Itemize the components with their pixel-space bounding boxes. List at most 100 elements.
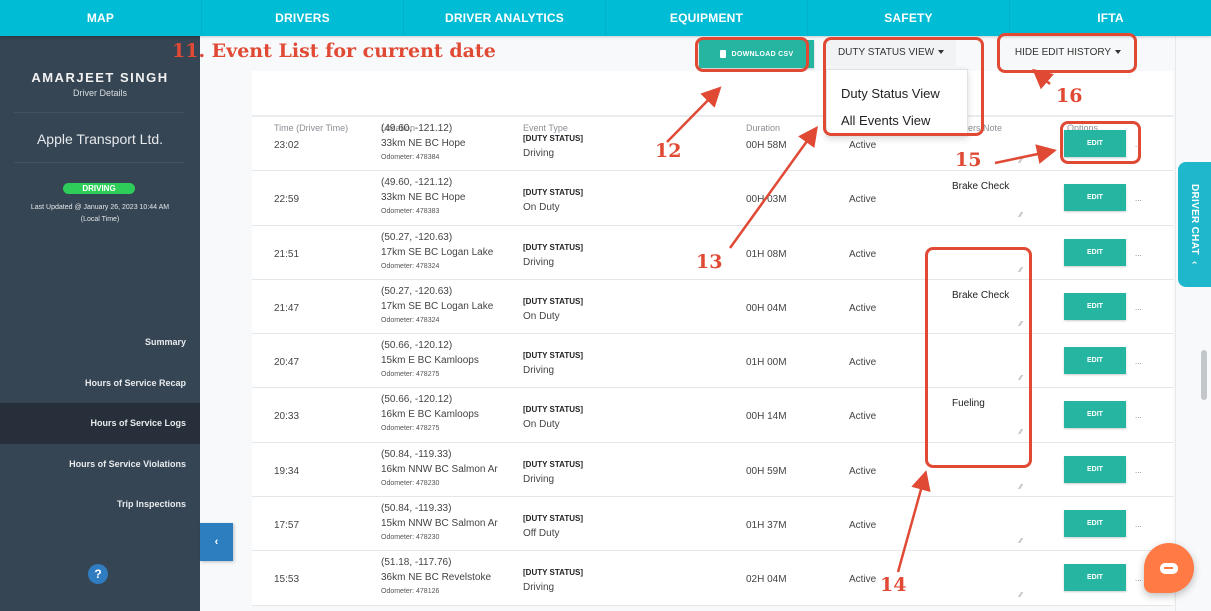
drivers-note-textarea[interactable]: ⁄⁄ xyxy=(952,507,1022,545)
cell-status: Active xyxy=(849,411,877,423)
nav-drivers[interactable]: DRIVERS xyxy=(202,0,404,36)
chat-icon xyxy=(1160,562,1178,574)
cell-event-type: [DUTY STATUS] On Duty xyxy=(523,185,583,215)
nav-safety[interactable]: SAFETY xyxy=(808,0,1010,36)
company-name: Apple Transport Ltd. xyxy=(36,131,164,147)
location-coords: (50.27, -120.63) xyxy=(381,231,453,243)
drivers-note-textarea[interactable]: Brake Check ⁄⁄ xyxy=(952,181,1022,219)
odometer: Odometer: 478230 xyxy=(381,479,440,487)
more-options-icon[interactable]: ... xyxy=(1135,357,1142,366)
table-row: 15:53 (51.18, -117.76) 36km NE BC Revels… xyxy=(252,551,1173,606)
table-row: 19:34 (50.84, -119.33) 16km NNW BC Salmo… xyxy=(252,443,1173,498)
event-table: Time (Driver Time) Location Event Type D… xyxy=(252,71,1173,606)
resize-handle-icon[interactable]: ⁄⁄ xyxy=(1020,592,1022,599)
event-name: Driving xyxy=(523,582,555,594)
event-name: Driving xyxy=(523,473,555,485)
help-icon[interactable]: ? xyxy=(88,564,108,584)
resize-handle-icon[interactable]: ⁄⁄ xyxy=(1020,267,1022,274)
cell-time: 15:53 xyxy=(274,574,300,586)
edit-button[interactable]: EDIT xyxy=(1064,401,1126,429)
edit-button[interactable]: EDIT xyxy=(1064,564,1126,592)
option-all-events-view[interactable]: All Events View xyxy=(827,107,967,134)
hide-edit-history-label: HIDE EDIT HISTORY xyxy=(1014,46,1112,58)
cell-status: Active xyxy=(849,302,877,314)
driver-chat-tab[interactable]: DRIVER CHAT ‹ xyxy=(1178,162,1211,287)
sidebar-item-summary[interactable]: Summary xyxy=(0,322,200,363)
driver-chat-label: DRIVER CHAT xyxy=(1189,184,1200,256)
more-options-icon[interactable]: ... xyxy=(1135,466,1142,475)
cell-status: Active xyxy=(849,248,877,260)
resize-handle-icon[interactable]: ⁄⁄ xyxy=(1020,321,1022,328)
cell-location: (50.84, -119.33) 16km NNW BC Salmon Ar O… xyxy=(381,447,498,490)
table-header: Time (Driver Time) Location Event Type D… xyxy=(252,71,1173,133)
event-name: Driving xyxy=(523,256,555,268)
sidebar-menu: Summary Hours of Service Recap Hours of … xyxy=(0,322,200,525)
event-name: On Duty xyxy=(523,310,560,322)
hide-edit-history-dropdown[interactable]: HIDE EDIT HISTORY xyxy=(1000,38,1136,66)
edit-button[interactable]: EDIT xyxy=(1064,238,1126,266)
edit-button[interactable]: EDIT xyxy=(1064,292,1126,320)
sidebar-item-trip-inspections[interactable]: Trip Inspections xyxy=(0,484,200,525)
resize-handle-icon[interactable]: ⁄⁄ xyxy=(1020,538,1022,545)
chevron-icon: ‹ xyxy=(1189,261,1200,265)
drivers-note-textarea[interactable]: Brake Check ⁄⁄ xyxy=(952,290,1022,328)
event-tag: [DUTY STATUS] xyxy=(523,351,583,361)
scrollbar[interactable] xyxy=(1201,350,1207,400)
edit-button[interactable]: EDIT xyxy=(1064,510,1126,538)
location-coords: (50.84, -119.33) xyxy=(381,448,452,460)
sidebar-item-hos-violations[interactable]: Hours of Service Violations xyxy=(0,444,200,485)
drivers-note-textarea[interactable]: ⁄⁄ xyxy=(952,344,1022,382)
cell-time: 20:33 xyxy=(274,411,300,423)
event-tag: [DUTY STATUS] xyxy=(523,134,583,143)
resize-handle-icon[interactable]: ⁄⁄ xyxy=(1020,212,1022,219)
nav-equipment[interactable]: EQUIPMENT xyxy=(606,0,808,36)
cell-status: Active xyxy=(849,357,877,369)
more-options-icon[interactable]: ... xyxy=(1135,303,1142,312)
more-options-icon[interactable]: ... xyxy=(1135,574,1142,583)
table-row: 23:02 (49.60, -121.12) 33km NE BC Hope O… xyxy=(252,117,1173,172)
sidebar-item-hos-logs[interactable]: Hours of Service Logs xyxy=(0,403,200,444)
option-duty-status-view[interactable]: Duty Status View xyxy=(827,80,967,107)
sidebar-item-hos-recap[interactable]: Hours of Service Recap xyxy=(0,363,200,404)
resize-handle-icon[interactable]: ⁄⁄ xyxy=(1020,375,1022,382)
event-tag: [DUTY STATUS] xyxy=(523,459,583,469)
odometer: Odometer: 478126 xyxy=(381,588,440,596)
download-csv-button[interactable]: DOWNLOAD CSV xyxy=(699,40,814,68)
sidebar: AMARJEET SINGH Driver Details Apple Tran… xyxy=(0,36,200,611)
drivers-note-textarea[interactable]: Fueling ⁄⁄ xyxy=(952,398,1022,436)
chat-widget-button[interactable] xyxy=(1144,543,1194,593)
duty-status-view-dropdown[interactable]: DUTY STATUS VIEW xyxy=(826,38,956,66)
location-place: 16km E BC Kamloops xyxy=(381,409,479,421)
event-name: On Duty xyxy=(523,202,560,214)
nav-ifta[interactable]: IFTA xyxy=(1010,0,1211,36)
drivers-note-textarea[interactable]: ⁄⁄ xyxy=(952,453,1022,491)
more-options-icon[interactable]: ... xyxy=(1135,411,1142,420)
more-options-icon[interactable]: ... xyxy=(1135,520,1142,529)
cell-event-type: [DUTY STATUS] On Duty xyxy=(523,294,583,324)
edit-button[interactable]: EDIT xyxy=(1064,347,1126,375)
resize-handle-icon[interactable]: ⁄⁄ xyxy=(1020,484,1022,491)
table-row: 20:33 (50.66, -120.12) 16km E BC Kamloop… xyxy=(252,388,1173,443)
edit-button[interactable]: EDIT xyxy=(1064,130,1126,157)
location-coords: (50.66, -120.12) xyxy=(381,394,453,406)
odometer: Odometer: 478275 xyxy=(381,425,440,433)
drivers-note-textarea[interactable]: ⁄⁄ xyxy=(952,236,1022,274)
location-place: 15km E BC Kamloops xyxy=(381,355,479,367)
more-options-icon[interactable]: ... xyxy=(1135,140,1142,149)
nav-map[interactable]: MAP xyxy=(0,0,202,36)
right-rail xyxy=(1175,36,1211,611)
cell-status: Active xyxy=(849,465,877,477)
edit-button[interactable]: EDIT xyxy=(1064,184,1126,212)
edit-button[interactable]: EDIT xyxy=(1064,455,1126,483)
resize-handle-icon[interactable]: ⁄⁄ xyxy=(1020,158,1022,165)
drivers-note-textarea[interactable]: ⁄⁄ xyxy=(952,561,1022,599)
nav-driver-analytics[interactable]: DRIVER ANALYTICS xyxy=(404,0,606,36)
cell-location: (50.27, -120.63) 17km SE BC Logan Lake O… xyxy=(381,230,493,273)
location-coords: (50.66, -120.12) xyxy=(381,340,453,352)
more-options-icon[interactable]: ... xyxy=(1135,249,1142,258)
more-options-icon[interactable]: ... xyxy=(1135,194,1142,203)
cell-status: Active xyxy=(849,520,877,532)
cell-duration: 00H 14M xyxy=(746,411,787,423)
resize-handle-icon[interactable]: ⁄⁄ xyxy=(1020,429,1022,436)
cell-location: (49.60, -121.12) 33km NE BC Hope Odomete… xyxy=(381,175,465,218)
